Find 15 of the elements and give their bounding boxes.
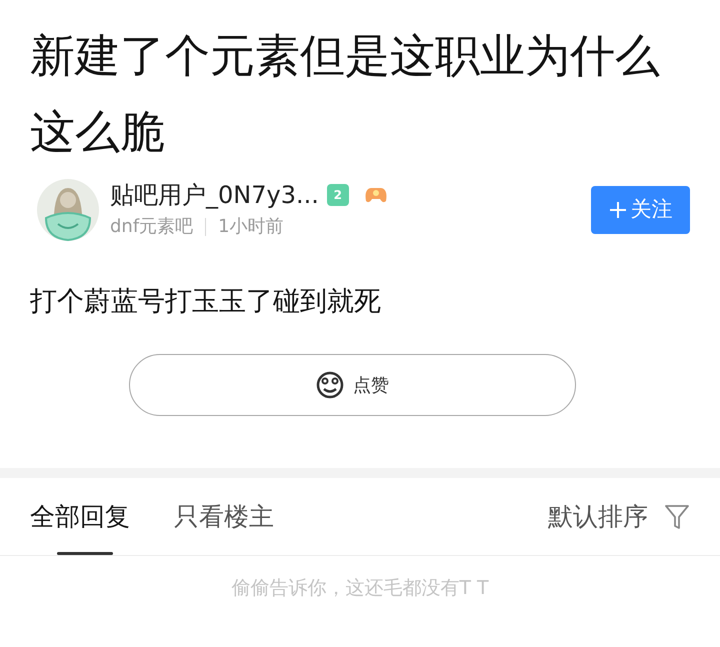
reply-tab[interactable]: 只看楼主 bbox=[174, 478, 274, 555]
sort-button[interactable]: 默认排序 bbox=[548, 498, 648, 536]
smiley-icon bbox=[315, 370, 345, 400]
plus-icon bbox=[608, 201, 626, 219]
post-title: 新建了个元素但是这职业为什么这么脆 bbox=[30, 28, 661, 160]
filter-icon[interactable] bbox=[664, 502, 690, 530]
level-badge: 2 bbox=[326, 184, 349, 206]
post-body: 打个蔚蓝号打玉玉了碰到就死 bbox=[30, 285, 382, 319]
reply-tab[interactable]: 全部回复 bbox=[30, 478, 130, 555]
avatar-icon bbox=[36, 178, 100, 242]
like-button[interactable]: 点赞 bbox=[128, 354, 576, 416]
post-time: 1小时前 bbox=[218, 215, 284, 239]
empty-message: 偷偷告诉你，这还毛都没有T T bbox=[230, 576, 490, 601]
gamepad-icon bbox=[362, 185, 389, 205]
author-name[interactable]: 贴吧用户_0N7y3... bbox=[110, 179, 319, 211]
